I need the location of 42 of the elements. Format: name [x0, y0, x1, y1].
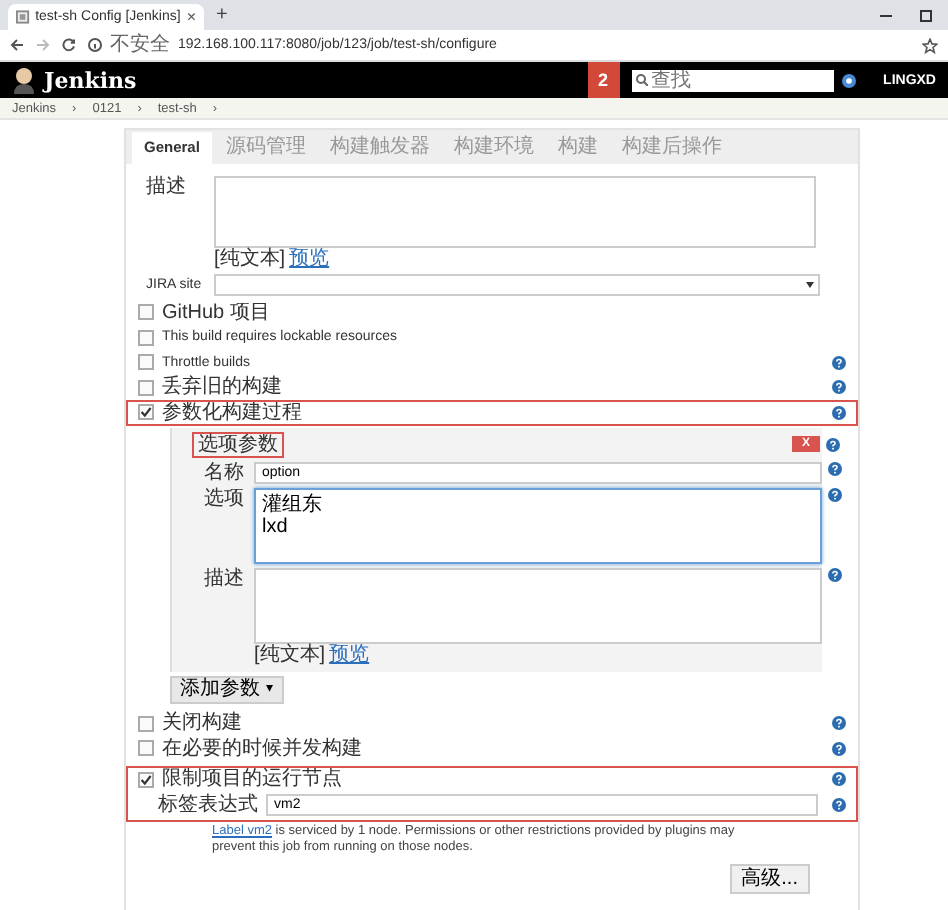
- field-label: 名称: [202, 461, 244, 483]
- field-label: 选项: [202, 487, 244, 509]
- notification-badge[interactable]: 2: [587, 62, 620, 98]
- checkbox-label[interactable]: 关闭构建: [162, 712, 242, 735]
- preview-link[interactable]: 预览: [289, 248, 330, 270]
- description-field[interactable]: [214, 176, 816, 248]
- minimize-icon[interactable]: [880, 9, 892, 21]
- preview-link[interactable]: 预览: [329, 643, 370, 665]
- answer-box[interactable]: 灌组东 lxd: [254, 487, 822, 563]
- field-label: 标签表达式: [158, 794, 258, 816]
- advanced-button[interactable]: 高级...: [729, 864, 810, 894]
- security-label: 不安全: [110, 34, 170, 56]
- checkbox[interactable]: [138, 740, 154, 757]
- new-tab-button[interactable]: +: [216, 4, 228, 26]
- jenkins-logo[interactable]: Jenkins: [44, 67, 137, 93]
- maximize-icon[interactable]: [920, 9, 932, 21]
- checkbox-label[interactable]: 在必要的时候并发构建: [162, 737, 362, 760]
- back-icon[interactable]: [10, 38, 24, 52]
- checkbox-label[interactable]: 参数化构建过程: [162, 401, 302, 424]
- page-icon: [16, 10, 30, 24]
- close-tab-button[interactable]: ×: [186, 8, 196, 26]
- search-field[interactable]: 查找: [631, 69, 834, 91]
- checkbox[interactable]: [138, 379, 154, 396]
- checkbox[interactable]: [138, 304, 154, 321]
- star-icon[interactable]: [922, 37, 938, 53]
- checkbox[interactable]: [138, 329, 154, 346]
- caret-icon: [806, 282, 814, 288]
- info-icon[interactable]: [88, 38, 102, 52]
- checkbox[interactable]: [138, 354, 154, 371]
- format-label: [纯文本]: [214, 248, 286, 270]
- format-label: [纯文本]: [254, 643, 326, 665]
- checkbox[interactable]: [138, 771, 154, 788]
- checkbox-label[interactable]: GitHub 项目: [162, 301, 270, 324]
- reload-icon[interactable]: [62, 38, 76, 52]
- checkbox-label[interactable]: 丢弃旧的构建: [162, 376, 282, 399]
- field-label: 描述: [146, 176, 188, 202]
- checkbox-label[interactable]: 限制项目的运行节点: [162, 768, 342, 791]
- search-icon: [635, 74, 648, 86]
- parameter-title: 选项参数: [192, 431, 284, 457]
- field-label: 描述: [202, 567, 244, 589]
- checkbox[interactable]: [138, 715, 154, 732]
- checkbox[interactable]: [138, 404, 154, 421]
